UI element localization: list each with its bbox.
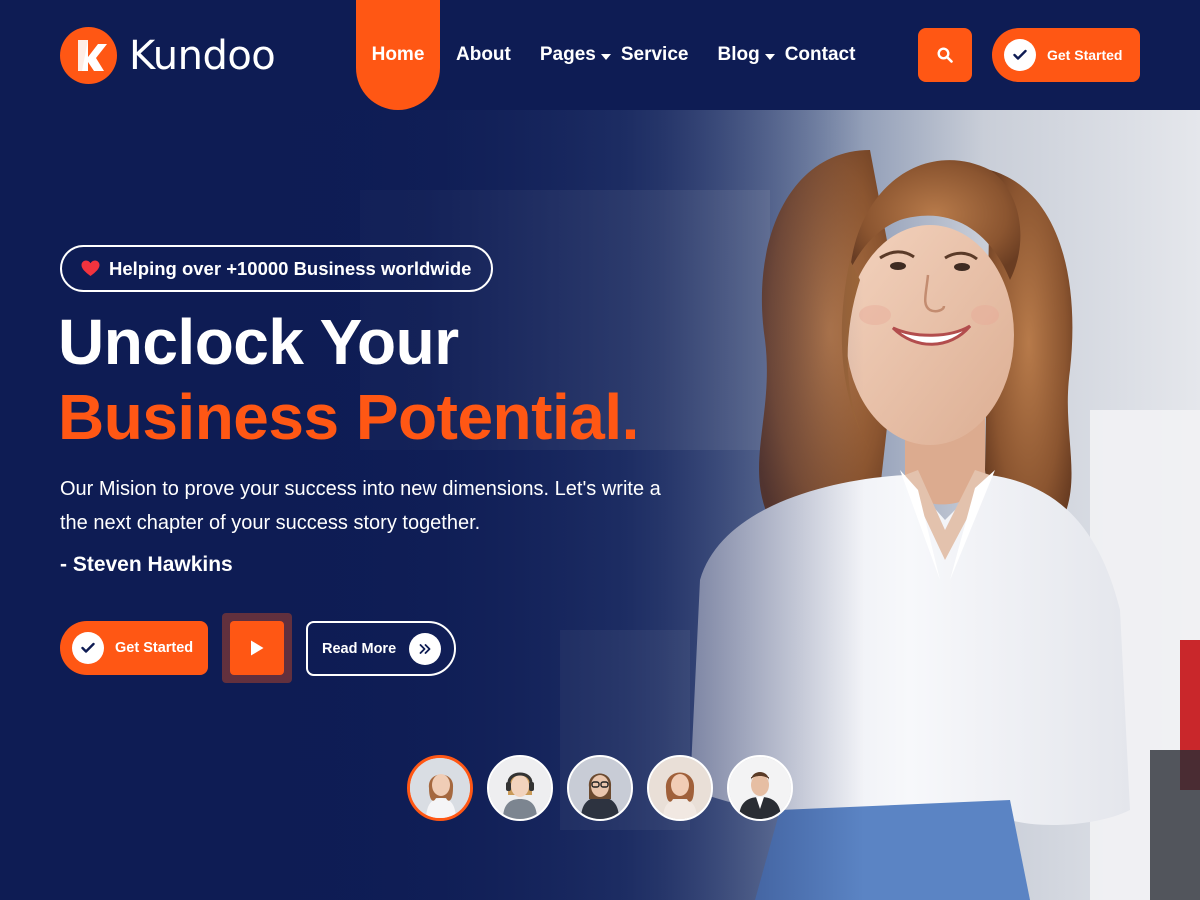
hero-headline-line1: Unclock Your [58,306,459,378]
slide-thumbnail[interactable] [727,755,793,821]
check-icon [72,632,104,664]
check-icon [1004,39,1036,71]
hero-cta-label: Get Started [115,640,194,656]
nav-home[interactable]: Home [356,0,440,110]
hero-section: Helping over +10000 Business worldwide U… [0,110,1200,900]
hero-headline-line2: Business Potential. [58,381,639,453]
hero-author: - Steven Hawkins [60,553,233,576]
slide-thumbnail[interactable] [407,755,473,821]
slider-thumbnails [407,755,807,821]
nav-about[interactable]: About [456,0,511,110]
slide-thumbnail[interactable] [567,755,633,821]
site-header: Kundoo Home About Pages Service Blog Con… [0,0,1200,110]
read-more-button[interactable]: Read More [306,621,456,676]
play-video-button[interactable] [222,613,292,683]
logo-text: Kundoo [129,32,276,79]
nav-about-label: About [456,44,511,65]
nav-blog[interactable]: Blog [717,0,775,110]
slide-thumbnail[interactable] [647,755,713,821]
hero-badge-text: Helping over +10000 Business worldwide [109,257,472,279]
hero-get-started-button[interactable]: Get Started [60,621,208,675]
nav-home-label: Home [371,44,425,65]
header-cta-label: Get Started [1047,47,1123,63]
search-icon [937,47,953,63]
nav-contact[interactable]: Contact [785,0,856,110]
heart-icon [81,260,100,277]
read-more-label: Read More [322,640,397,657]
hero-badge: Helping over +10000 Business worldwide [60,245,493,292]
nav-pages-label: Pages [539,44,596,65]
nav-service-label: Service [620,44,689,65]
nav-service[interactable]: Service [621,0,689,110]
chevron-down-icon [764,53,775,60]
search-button[interactable] [918,28,972,82]
play-button-inner [230,621,284,675]
slide-thumbnail[interactable] [487,755,553,821]
logo-icon [60,27,117,84]
main-nav: Home About Pages Service Blog Contact [356,0,855,110]
double-chevron-right-icon [409,632,442,665]
nav-contact-label: Contact [784,44,856,65]
nav-pages[interactable]: Pages [540,0,611,110]
play-icon [251,640,264,656]
hero-mission-text: Our Mision to prove your success into ne… [60,478,661,534]
nav-blog-label: Blog [717,44,760,65]
chevron-down-icon [600,53,611,60]
header-get-started-button[interactable]: Get Started [992,28,1140,82]
logo[interactable]: Kundoo [60,27,276,84]
